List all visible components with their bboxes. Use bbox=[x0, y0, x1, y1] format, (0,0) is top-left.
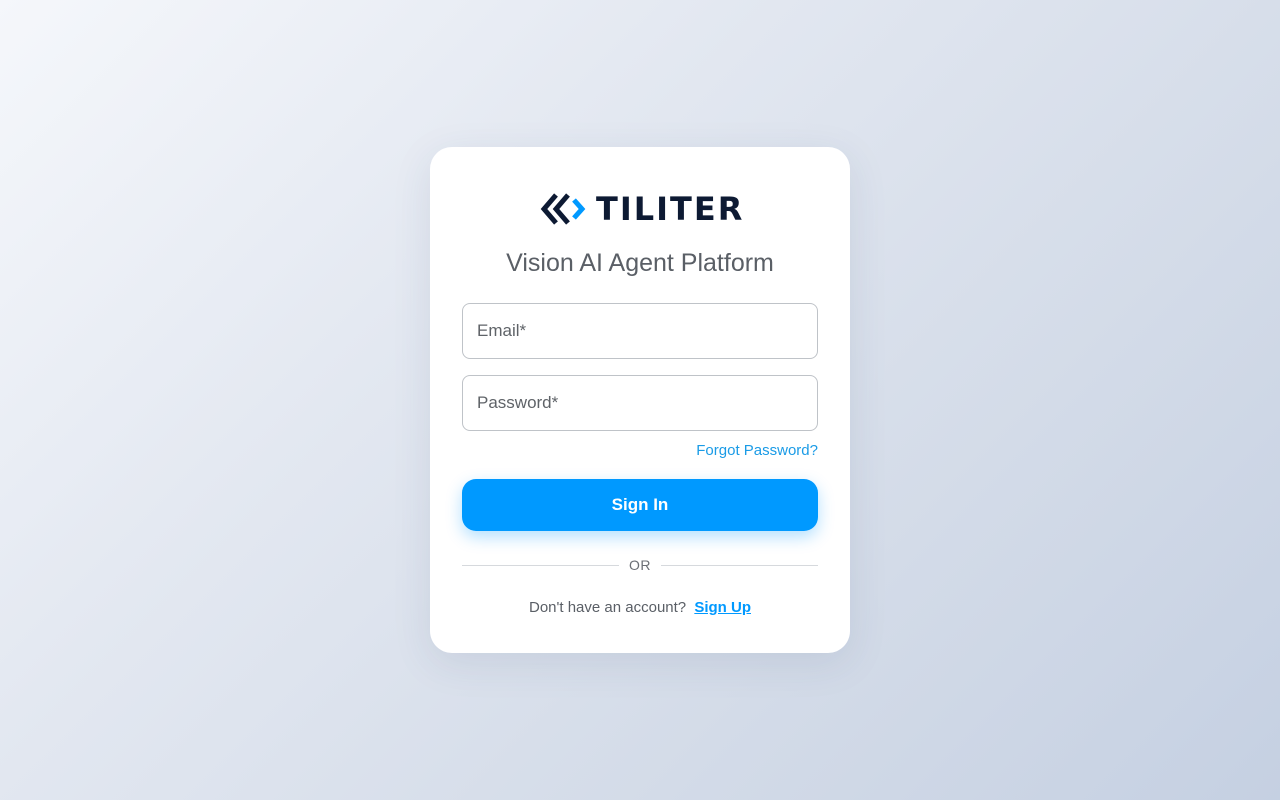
password-label: Password* bbox=[477, 393, 559, 412]
signup-prompt: Don't have an account? Sign Up bbox=[430, 599, 850, 616]
sign-up-link[interactable]: Sign Up bbox=[694, 599, 751, 616]
login-card: TILITER Vision AI Agent Platform Email* … bbox=[430, 147, 850, 653]
tiliter-logo: TILITER bbox=[540, 191, 744, 227]
no-account-text: Don't have an account? bbox=[529, 599, 687, 616]
password-field[interactable]: Password* bbox=[462, 375, 818, 431]
page-subtitle: Vision AI Agent Platform bbox=[506, 249, 774, 277]
or-divider: OR bbox=[462, 555, 818, 575]
brand-name: TILITER bbox=[596, 190, 745, 228]
email-field[interactable]: Email* bbox=[462, 303, 818, 359]
forgot-password-link[interactable]: Forgot Password? bbox=[696, 442, 818, 459]
divider-line-left bbox=[462, 564, 619, 566]
chevrons-logo-icon bbox=[540, 193, 586, 225]
email-label: Email* bbox=[477, 321, 527, 340]
sign-in-button[interactable]: Sign In bbox=[462, 479, 818, 531]
divider-line-right bbox=[661, 564, 818, 566]
divider-text: OR bbox=[629, 557, 651, 573]
